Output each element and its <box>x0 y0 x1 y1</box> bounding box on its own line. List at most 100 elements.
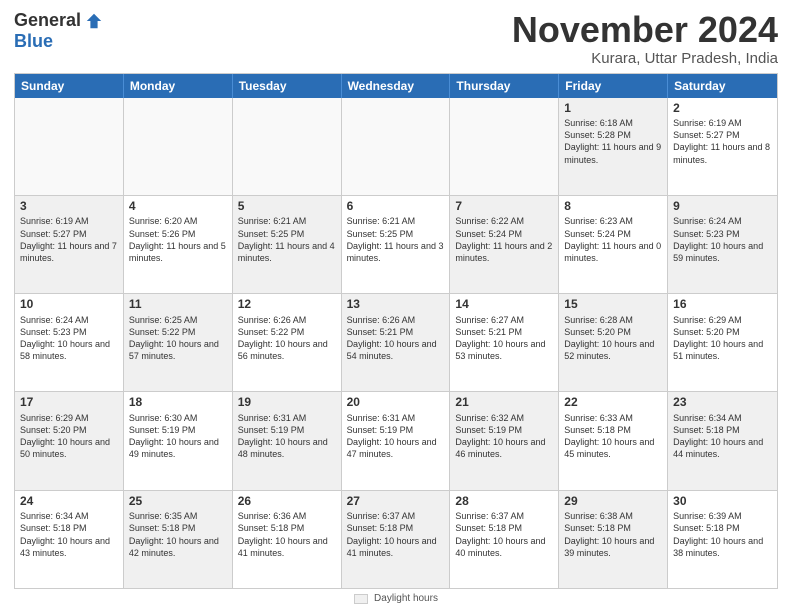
calendar-cell: 2Sunrise: 6:19 AM Sunset: 5:27 PM Daylig… <box>668 98 777 195</box>
calendar-cell: 7Sunrise: 6:22 AM Sunset: 5:24 PM Daylig… <box>450 196 559 293</box>
calendar-cell: 20Sunrise: 6:31 AM Sunset: 5:19 PM Dayli… <box>342 392 451 489</box>
cell-info: Sunrise: 6:39 AM Sunset: 5:18 PM Dayligh… <box>673 510 772 559</box>
calendar-row: 24Sunrise: 6:34 AM Sunset: 5:18 PM Dayli… <box>15 490 777 588</box>
calendar-cell: 13Sunrise: 6:26 AM Sunset: 5:21 PM Dayli… <box>342 294 451 391</box>
calendar-cell: 23Sunrise: 6:34 AM Sunset: 5:18 PM Dayli… <box>668 392 777 489</box>
day-number: 14 <box>455 297 553 313</box>
cell-info: Sunrise: 6:21 AM Sunset: 5:25 PM Dayligh… <box>347 215 445 264</box>
day-number: 4 <box>129 199 227 215</box>
calendar-cell: 29Sunrise: 6:38 AM Sunset: 5:18 PM Dayli… <box>559 491 668 588</box>
day-number: 16 <box>673 297 772 313</box>
calendar-cell: 24Sunrise: 6:34 AM Sunset: 5:18 PM Dayli… <box>15 491 124 588</box>
cell-info: Sunrise: 6:23 AM Sunset: 5:24 PM Dayligh… <box>564 215 662 264</box>
cell-info: Sunrise: 6:33 AM Sunset: 5:18 PM Dayligh… <box>564 412 662 461</box>
calendar-cell: 10Sunrise: 6:24 AM Sunset: 5:23 PM Dayli… <box>15 294 124 391</box>
cell-info: Sunrise: 6:32 AM Sunset: 5:19 PM Dayligh… <box>455 412 553 461</box>
cell-info: Sunrise: 6:31 AM Sunset: 5:19 PM Dayligh… <box>238 412 336 461</box>
day-number: 10 <box>20 297 118 313</box>
weekday-header: Thursday <box>450 74 559 98</box>
calendar-cell: 8Sunrise: 6:23 AM Sunset: 5:24 PM Daylig… <box>559 196 668 293</box>
day-number: 22 <box>564 395 662 411</box>
day-number: 23 <box>673 395 772 411</box>
cell-info: Sunrise: 6:34 AM Sunset: 5:18 PM Dayligh… <box>20 510 118 559</box>
calendar-row: 17Sunrise: 6:29 AM Sunset: 5:20 PM Dayli… <box>15 391 777 489</box>
calendar-cell: 11Sunrise: 6:25 AM Sunset: 5:22 PM Dayli… <box>124 294 233 391</box>
logo: General Blue <box>14 10 103 52</box>
calendar-cell: 27Sunrise: 6:37 AM Sunset: 5:18 PM Dayli… <box>342 491 451 588</box>
calendar-cell <box>15 98 124 195</box>
calendar-cell: 22Sunrise: 6:33 AM Sunset: 5:18 PM Dayli… <box>559 392 668 489</box>
weekday-header: Friday <box>559 74 668 98</box>
day-number: 25 <box>129 494 227 510</box>
cell-info: Sunrise: 6:26 AM Sunset: 5:22 PM Dayligh… <box>238 314 336 363</box>
day-number: 17 <box>20 395 118 411</box>
calendar-cell: 19Sunrise: 6:31 AM Sunset: 5:19 PM Dayli… <box>233 392 342 489</box>
page: General Blue November 2024 Kurara, Uttar… <box>0 0 792 612</box>
cell-info: Sunrise: 6:28 AM Sunset: 5:20 PM Dayligh… <box>564 314 662 363</box>
calendar-row: 10Sunrise: 6:24 AM Sunset: 5:23 PM Dayli… <box>15 293 777 391</box>
calendar-cell: 9Sunrise: 6:24 AM Sunset: 5:23 PM Daylig… <box>668 196 777 293</box>
cell-info: Sunrise: 6:19 AM Sunset: 5:27 PM Dayligh… <box>20 215 118 264</box>
day-number: 11 <box>129 297 227 313</box>
day-number: 20 <box>347 395 445 411</box>
calendar-cell: 26Sunrise: 6:36 AM Sunset: 5:18 PM Dayli… <box>233 491 342 588</box>
header: General Blue November 2024 Kurara, Uttar… <box>14 10 778 67</box>
weekday-header: Wednesday <box>342 74 451 98</box>
logo-blue: Blue <box>14 31 53 52</box>
cell-info: Sunrise: 6:24 AM Sunset: 5:23 PM Dayligh… <box>20 314 118 363</box>
calendar-cell <box>342 98 451 195</box>
calendar-cell: 15Sunrise: 6:28 AM Sunset: 5:20 PM Dayli… <box>559 294 668 391</box>
logo-icon <box>85 12 103 30</box>
day-number: 1 <box>564 101 662 117</box>
day-number: 8 <box>564 199 662 215</box>
day-number: 24 <box>20 494 118 510</box>
calendar-cell: 28Sunrise: 6:37 AM Sunset: 5:18 PM Dayli… <box>450 491 559 588</box>
cell-info: Sunrise: 6:27 AM Sunset: 5:21 PM Dayligh… <box>455 314 553 363</box>
cell-info: Sunrise: 6:18 AM Sunset: 5:28 PM Dayligh… <box>564 117 662 166</box>
calendar-cell: 4Sunrise: 6:20 AM Sunset: 5:26 PM Daylig… <box>124 196 233 293</box>
calendar-row: 1Sunrise: 6:18 AM Sunset: 5:28 PM Daylig… <box>15 98 777 195</box>
cell-info: Sunrise: 6:22 AM Sunset: 5:24 PM Dayligh… <box>455 215 553 264</box>
calendar-cell: 16Sunrise: 6:29 AM Sunset: 5:20 PM Dayli… <box>668 294 777 391</box>
day-number: 28 <box>455 494 553 510</box>
cell-info: Sunrise: 6:31 AM Sunset: 5:19 PM Dayligh… <box>347 412 445 461</box>
calendar-cell: 17Sunrise: 6:29 AM Sunset: 5:20 PM Dayli… <box>15 392 124 489</box>
calendar-cell: 21Sunrise: 6:32 AM Sunset: 5:19 PM Dayli… <box>450 392 559 489</box>
calendar-cell: 3Sunrise: 6:19 AM Sunset: 5:27 PM Daylig… <box>15 196 124 293</box>
daylight-legend-box <box>354 594 368 604</box>
calendar-cell: 14Sunrise: 6:27 AM Sunset: 5:21 PM Dayli… <box>450 294 559 391</box>
title-block: November 2024 Kurara, Uttar Pradesh, Ind… <box>512 10 778 67</box>
cell-info: Sunrise: 6:26 AM Sunset: 5:21 PM Dayligh… <box>347 314 445 363</box>
day-number: 21 <box>455 395 553 411</box>
cell-info: Sunrise: 6:37 AM Sunset: 5:18 PM Dayligh… <box>347 510 445 559</box>
weekday-header: Tuesday <box>233 74 342 98</box>
calendar: SundayMondayTuesdayWednesdayThursdayFrid… <box>14 73 778 589</box>
day-number: 30 <box>673 494 772 510</box>
day-number: 19 <box>238 395 336 411</box>
calendar-cell: 18Sunrise: 6:30 AM Sunset: 5:19 PM Dayli… <box>124 392 233 489</box>
calendar-cell: 5Sunrise: 6:21 AM Sunset: 5:25 PM Daylig… <box>233 196 342 293</box>
cell-info: Sunrise: 6:20 AM Sunset: 5:26 PM Dayligh… <box>129 215 227 264</box>
cell-info: Sunrise: 6:24 AM Sunset: 5:23 PM Dayligh… <box>673 215 772 264</box>
calendar-cell: 6Sunrise: 6:21 AM Sunset: 5:25 PM Daylig… <box>342 196 451 293</box>
cell-info: Sunrise: 6:36 AM Sunset: 5:18 PM Dayligh… <box>238 510 336 559</box>
cell-info: Sunrise: 6:38 AM Sunset: 5:18 PM Dayligh… <box>564 510 662 559</box>
day-number: 13 <box>347 297 445 313</box>
calendar-cell: 25Sunrise: 6:35 AM Sunset: 5:18 PM Dayli… <box>124 491 233 588</box>
cell-info: Sunrise: 6:29 AM Sunset: 5:20 PM Dayligh… <box>673 314 772 363</box>
footer: Daylight hours <box>14 593 778 604</box>
day-number: 5 <box>238 199 336 215</box>
day-number: 7 <box>455 199 553 215</box>
cell-info: Sunrise: 6:37 AM Sunset: 5:18 PM Dayligh… <box>455 510 553 559</box>
day-number: 2 <box>673 101 772 117</box>
cell-info: Sunrise: 6:21 AM Sunset: 5:25 PM Dayligh… <box>238 215 336 264</box>
cell-info: Sunrise: 6:19 AM Sunset: 5:27 PM Dayligh… <box>673 117 772 166</box>
day-number: 26 <box>238 494 336 510</box>
day-number: 29 <box>564 494 662 510</box>
calendar-cell: 30Sunrise: 6:39 AM Sunset: 5:18 PM Dayli… <box>668 491 777 588</box>
calendar-body: 1Sunrise: 6:18 AM Sunset: 5:28 PM Daylig… <box>15 98 777 588</box>
day-number: 3 <box>20 199 118 215</box>
weekday-header: Saturday <box>668 74 777 98</box>
calendar-cell <box>450 98 559 195</box>
calendar-cell: 1Sunrise: 6:18 AM Sunset: 5:28 PM Daylig… <box>559 98 668 195</box>
